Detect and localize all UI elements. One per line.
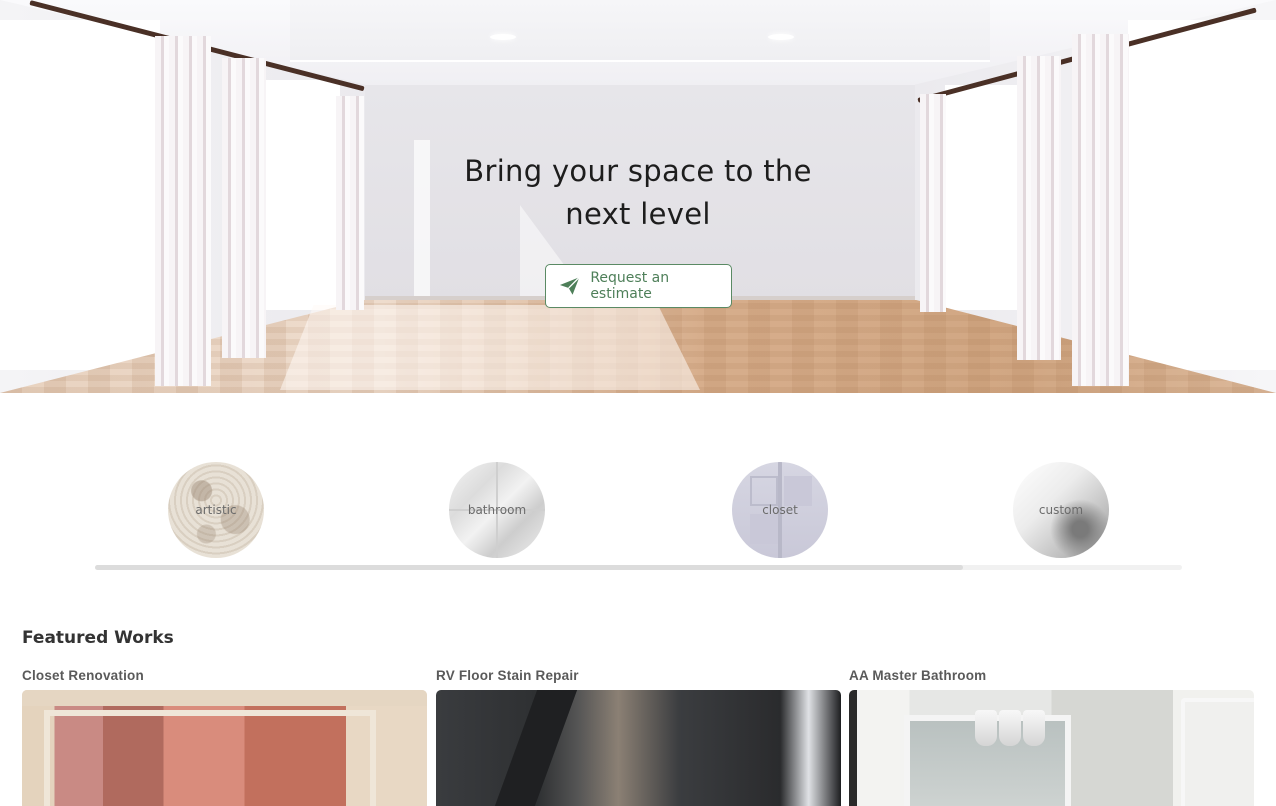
work-title-rv[interactable]: RV Floor Stain Repair bbox=[436, 668, 579, 683]
light-streak bbox=[414, 140, 430, 300]
category-scroll-thumb[interactable] bbox=[95, 565, 963, 570]
category-closet[interactable]: closet bbox=[732, 462, 828, 558]
curtain-left-3 bbox=[336, 96, 364, 310]
category-label: custom bbox=[1038, 503, 1084, 517]
curtain-left-1 bbox=[155, 36, 211, 386]
category-bathroom[interactable]: bathroom bbox=[449, 462, 545, 558]
work-image-closet[interactable] bbox=[22, 690, 427, 806]
window-right-far bbox=[945, 85, 1020, 310]
floor-sunlight bbox=[280, 305, 700, 390]
work-image-rv[interactable] bbox=[436, 690, 841, 806]
window-left bbox=[0, 20, 160, 370]
window-right bbox=[1128, 20, 1276, 370]
category-label: artistic bbox=[195, 503, 237, 517]
curtain-left-2 bbox=[222, 58, 266, 358]
category-custom[interactable]: custom bbox=[1013, 462, 1109, 558]
work-image-bathroom[interactable] bbox=[849, 690, 1254, 806]
work-title-bathroom[interactable]: AA Master Bathroom bbox=[849, 668, 986, 683]
hero-ceiling-tray bbox=[290, 0, 990, 62]
curtain-right-3 bbox=[1072, 34, 1129, 386]
vanity-light-fixture bbox=[975, 698, 1045, 750]
category-label: closet bbox=[762, 503, 798, 517]
hero-banner: Bring your space to the next level Reque… bbox=[0, 0, 1276, 393]
featured-works-heading: Featured Works bbox=[22, 628, 174, 648]
window-left-far bbox=[265, 80, 340, 310]
paper-plane-icon bbox=[559, 276, 580, 295]
category-artistic[interactable]: artistic bbox=[168, 462, 264, 558]
work-title-closet[interactable]: Closet Renovation bbox=[22, 668, 144, 683]
curtain-right-1 bbox=[920, 94, 946, 312]
request-estimate-button[interactable]: Request an estimate bbox=[545, 264, 732, 308]
ceiling-light bbox=[490, 34, 516, 40]
curtain-right-2 bbox=[1017, 56, 1061, 360]
hero-title: Bring your space to the next level bbox=[464, 154, 812, 231]
category-label: bathroom bbox=[467, 503, 527, 517]
request-estimate-label: Request an estimate bbox=[590, 270, 670, 302]
ceiling-light bbox=[768, 34, 794, 40]
